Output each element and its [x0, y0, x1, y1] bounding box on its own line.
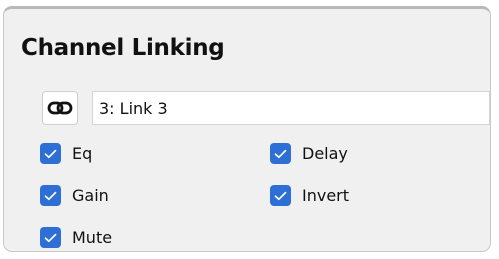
channel-linking-panel: Channel Linking Eq Delay Gain Invert: [3, 6, 491, 252]
invert-checkbox[interactable]: Invert: [270, 185, 349, 206]
mute-checkbox[interactable]: Mute: [40, 227, 112, 248]
checkbox-checked-icon: [40, 185, 61, 206]
eq-label: Eq: [72, 144, 93, 163]
checkbox-checked-icon: [40, 227, 61, 248]
gain-label: Gain: [72, 186, 109, 205]
invert-label: Invert: [302, 186, 350, 205]
checkbox-checked-icon: [270, 143, 291, 164]
gain-checkbox[interactable]: Gain: [40, 185, 109, 206]
panel-title: Channel Linking: [21, 35, 225, 61]
link-toggle-button[interactable]: [42, 91, 78, 125]
delay-checkbox[interactable]: Delay: [270, 143, 348, 164]
link-name-field[interactable]: [92, 91, 490, 125]
delay-label: Delay: [302, 144, 348, 163]
mute-label: Mute: [72, 228, 113, 247]
eq-checkbox[interactable]: Eq: [40, 143, 92, 164]
checkbox-checked-icon: [270, 185, 291, 206]
checkbox-checked-icon: [40, 143, 61, 164]
chain-link-icon: [47, 101, 73, 115]
